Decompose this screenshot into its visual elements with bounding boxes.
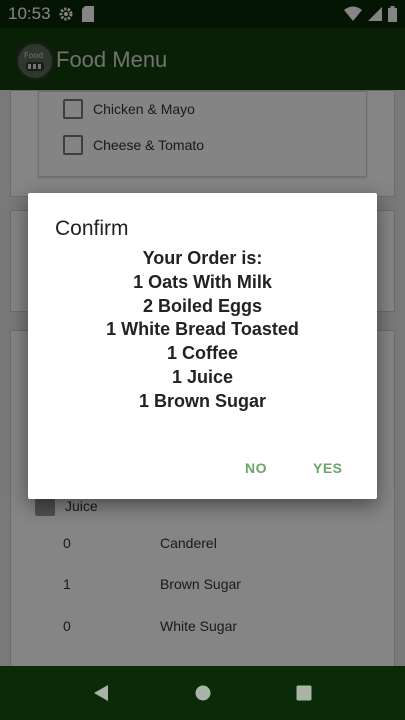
dialog-message: Your Order is: 1 Oats With Milk 2 Boiled… — [28, 247, 377, 414]
navigation-bar — [0, 666, 405, 720]
message-line: 1 Juice — [171, 366, 234, 387]
yes-button[interactable]: YES — [313, 460, 343, 476]
home-icon[interactable] — [194, 683, 212, 703]
recents-icon[interactable] — [295, 683, 313, 703]
message-line: 1 Coffee — [166, 343, 238, 364]
message-line: 1 White Bread Toasted — [106, 319, 299, 340]
no-button[interactable]: NO — [245, 460, 267, 476]
message-line: Your Order is: — [142, 248, 263, 268]
message-line: 1 Oats With Milk — [133, 271, 272, 292]
back-icon[interactable] — [92, 683, 110, 703]
message-line: 1 Brown Sugar — [138, 390, 267, 411]
dialog-title: Confirm — [55, 217, 129, 240]
message-line: 2 Boiled Eggs — [142, 295, 263, 316]
confirm-dialog: Confirm Your Order is: 1 Oats With Milk … — [28, 193, 377, 499]
